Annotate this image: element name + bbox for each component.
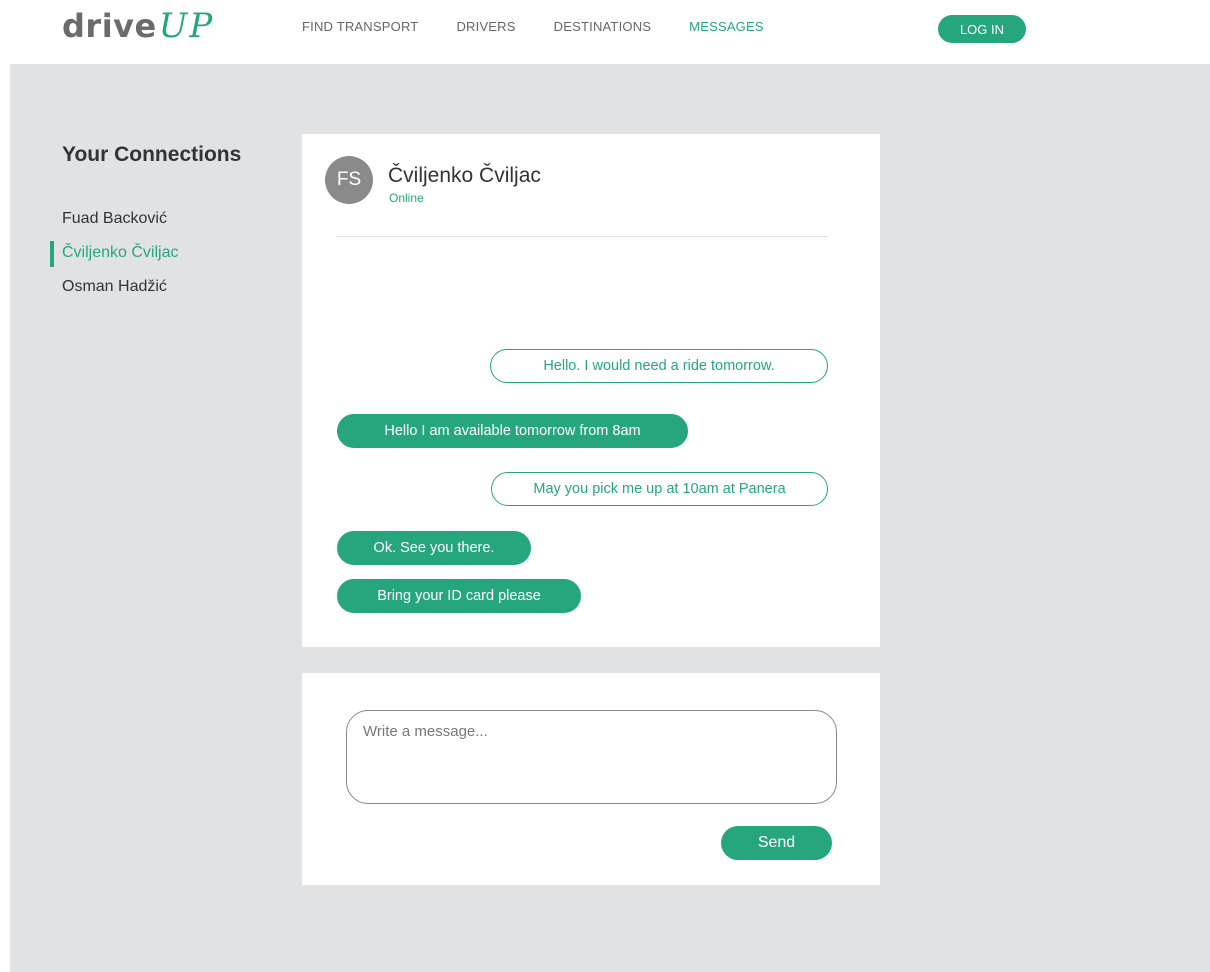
logo-accent: UP — [158, 6, 215, 46]
message-input[interactable] — [346, 710, 837, 804]
status-text: Online — [389, 191, 424, 205]
connections-title: Your Connections — [62, 143, 242, 166]
nav-drivers[interactable]: DRIVERS — [456, 19, 515, 34]
divider — [336, 236, 828, 237]
avatar: FS — [325, 156, 373, 204]
connection-name: Čviljenko Čviljac — [62, 244, 179, 261]
top-header: drive UP FIND TRANSPORT DRIVERS DESTINAT… — [0, 0, 1210, 64]
contact-name: Čviljenko Čviljac — [388, 164, 541, 187]
connection-item-cviljenko[interactable]: Čviljenko Čviljac — [50, 241, 178, 275]
message-bubble-incoming: Ok. See you there. — [337, 531, 531, 565]
logo-wordmark: drive — [62, 7, 157, 45]
nav-messages[interactable]: MESSAGES — [689, 19, 764, 34]
message-bubble-outgoing: May you pick me up at 10am at Panera — [491, 472, 828, 506]
login-button[interactable]: LOG IN — [938, 15, 1026, 43]
active-indicator — [50, 241, 54, 267]
message-bubble-incoming: Bring your ID card please — [337, 579, 581, 613]
connection-name: Fuad Backović — [62, 210, 167, 227]
compose-panel: Send — [302, 673, 880, 885]
message-bubble-outgoing: Hello. I would need a ride tomorrow. — [490, 349, 828, 383]
message-bubble-incoming: Hello I am available tomorrow from 8am — [337, 414, 688, 448]
connection-name: Osman Hadžić — [62, 278, 167, 295]
driveup-logo[interactable]: drive UP — [62, 6, 214, 50]
connection-item-fuad[interactable]: Fuad Backović — [50, 207, 178, 241]
nav-find-transport[interactable]: FIND TRANSPORT — [302, 19, 418, 34]
send-button[interactable]: Send — [721, 826, 832, 860]
connection-item-osman[interactable]: Osman Hadžić — [50, 275, 178, 309]
nav-destinations[interactable]: DESTINATIONS — [554, 19, 652, 34]
main-nav: FIND TRANSPORT DRIVERS DESTINATIONS MESS… — [302, 19, 802, 34]
connections-list: Fuad Backović Čviljenko Čviljac Osman Ha… — [50, 207, 178, 309]
chat-panel: FS Čviljenko Čviljac Online Hello. I wou… — [302, 134, 880, 647]
